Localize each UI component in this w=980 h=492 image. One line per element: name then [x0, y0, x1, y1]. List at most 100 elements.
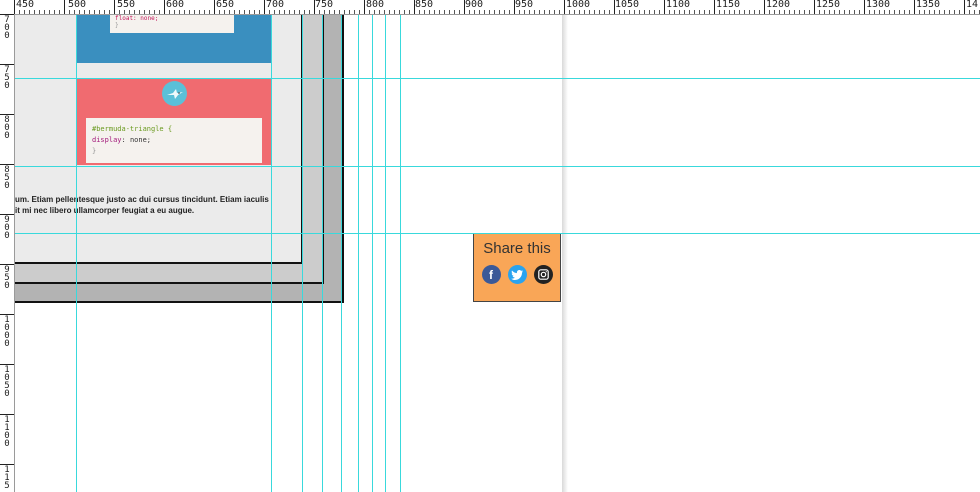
red-code-close: }: [92, 147, 97, 155]
ruler-minor-tick: [949, 10, 950, 14]
ruler-minor-tick: [604, 10, 605, 14]
guide-vertical[interactable]: [400, 14, 401, 492]
ruler-major-tick: [464, 0, 465, 14]
ruler-label: 8 5 0: [4, 165, 10, 191]
ruler-minor-tick: [384, 10, 385, 14]
ruler-minor-tick: [499, 10, 500, 14]
body-line-1: um. Etiam pellentesque justo ac dui curs…: [15, 195, 269, 204]
ruler-major-tick: [314, 0, 315, 14]
instagram-icon[interactable]: [533, 265, 553, 284]
ruler-minor-tick: [189, 10, 190, 14]
ruler-minor-tick: [249, 10, 250, 14]
ruler-minor-tick: [469, 10, 470, 14]
guide-horizontal[interactable]: [14, 233, 980, 234]
ruler-minor-tick: [484, 10, 485, 14]
ruler-minor-tick: [269, 10, 270, 14]
blue-code-line1: float: none;: [115, 15, 159, 22]
ruler-minor-tick: [774, 10, 775, 14]
ruler-major-tick: [364, 0, 365, 14]
ruler-minor-tick: [954, 10, 955, 14]
ruler-minor-tick: [494, 10, 495, 14]
ruler-minor-tick: [829, 10, 830, 14]
ruler-minor-tick: [39, 10, 40, 14]
red-code-declaration: display: none;: [92, 135, 256, 146]
ruler-minor-tick: [694, 10, 695, 14]
ruler-minor-tick: [29, 10, 30, 14]
vertical-ruler[interactable]: 7 0 0 7 5 0 8 0 0 8 5 0 9 0 0 9 5 0 1 0 …: [0, 14, 15, 492]
ruler-minor-tick: [584, 10, 585, 14]
ruler-minor-tick: [454, 10, 455, 14]
ruler-minor-tick: [839, 10, 840, 14]
ruler-minor-tick: [969, 10, 970, 14]
ruler-minor-tick: [304, 10, 305, 14]
share-widget[interactable]: Share this f: [473, 233, 561, 302]
ruler-minor-tick: [199, 10, 200, 14]
ruler-minor-tick: [394, 10, 395, 14]
ruler-minor-tick: [69, 10, 70, 14]
ruler-minor-tick: [729, 10, 730, 14]
ruler-label: 9 5 0: [4, 265, 10, 291]
ruler-minor-tick: [184, 10, 185, 14]
ruler-minor-tick: [654, 10, 655, 14]
ruler-minor-tick: [574, 10, 575, 14]
ruler-minor-tick: [409, 10, 410, 14]
ruler-minor-tick: [324, 10, 325, 14]
ruler-label: 1350: [916, 0, 941, 10]
guide-vertical[interactable]: [302, 14, 303, 492]
ruler-major-tick: [0, 114, 14, 115]
ruler-label: 600: [166, 0, 185, 10]
ruler-minor-tick: [539, 10, 540, 14]
ruler-minor-tick: [924, 10, 925, 14]
ruler-minor-tick: [529, 10, 530, 14]
ruler-label: 9 0 0: [4, 215, 10, 241]
ruler-minor-tick: [284, 10, 285, 14]
ruler-major-tick: [0, 264, 14, 265]
ruler-minor-tick: [254, 10, 255, 14]
ruler-minor-tick: [74, 10, 75, 14]
ruler-minor-tick: [959, 10, 960, 14]
ruler-label: 1000: [566, 0, 591, 10]
ruler-minor-tick: [659, 10, 660, 14]
ruler-minor-tick: [569, 10, 570, 14]
ruler-minor-tick: [344, 10, 345, 14]
ruler-minor-tick: [439, 10, 440, 14]
red-code-selector: #bermuda-triangle {: [92, 125, 173, 133]
guide-vertical[interactable]: [322, 14, 323, 492]
ruler-minor-tick: [129, 10, 130, 14]
guide-vertical[interactable]: [358, 14, 359, 492]
guide-vertical[interactable]: [341, 14, 342, 492]
ruler-minor-tick: [869, 10, 870, 14]
ruler-major-tick: [564, 0, 565, 14]
guide-horizontal[interactable]: [14, 78, 980, 79]
facebook-icon[interactable]: f: [481, 265, 501, 284]
ruler-minor-tick: [259, 10, 260, 14]
ruler-minor-tick: [244, 10, 245, 14]
horizontal-ruler[interactable]: 450 500 550 600 650 700 750 800 850 900 …: [0, 0, 980, 15]
ruler-minor-tick: [24, 10, 25, 14]
ruler-minor-tick: [734, 10, 735, 14]
ruler-minor-tick: [579, 10, 580, 14]
ruler-minor-tick: [339, 10, 340, 14]
ruler-minor-tick: [369, 10, 370, 14]
guide-vertical[interactable]: [76, 14, 77, 492]
guide-vertical[interactable]: [372, 14, 373, 492]
ruler-minor-tick: [679, 10, 680, 14]
ruler-label: 750: [315, 0, 334, 10]
guide-vertical[interactable]: [385, 14, 386, 492]
ruler-minor-tick: [109, 10, 110, 14]
bird-avatar-icon: [162, 81, 187, 106]
share-title: Share this: [483, 240, 551, 257]
guide-horizontal[interactable]: [14, 166, 980, 167]
ruler-label: 1250: [816, 0, 841, 10]
body-line-2: it mi nec libero ullamcorper feugiat a e…: [15, 206, 195, 215]
ruler-minor-tick: [934, 10, 935, 14]
ruler-minor-tick: [19, 10, 20, 14]
ruler-minor-tick: [154, 10, 155, 14]
guide-vertical[interactable]: [271, 14, 272, 492]
ruler-label: 1200: [766, 0, 791, 10]
ruler-major-tick: [0, 64, 14, 65]
twitter-icon[interactable]: [507, 265, 527, 284]
ruler-label: 950: [515, 0, 534, 10]
ruler-major-tick: [0, 364, 14, 365]
ruler-major-tick: [214, 0, 215, 14]
